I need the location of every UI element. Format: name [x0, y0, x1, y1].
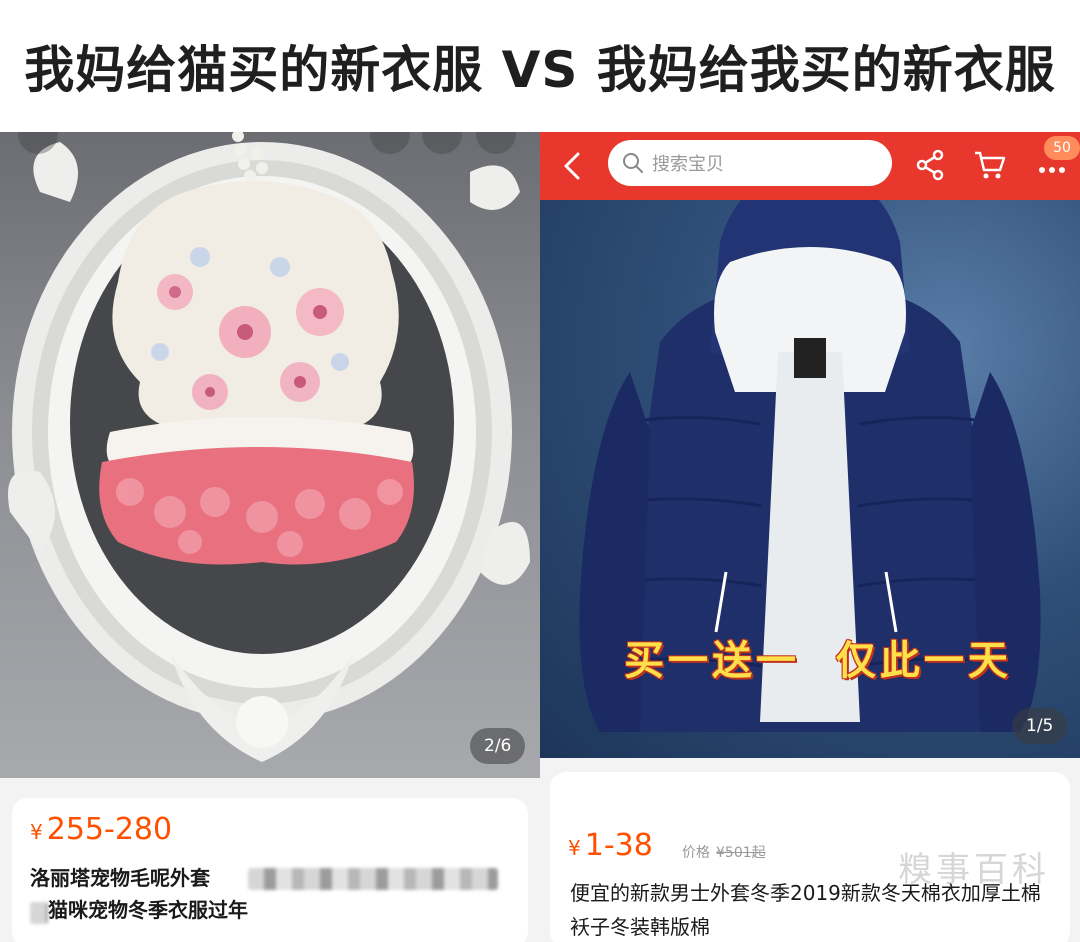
redacted-text [30, 902, 48, 924]
cat-price: ¥255-280 [30, 812, 172, 847]
left-top-controls [0, 132, 540, 154]
promo-overlay-text: 买一送一 仅此一天 [624, 638, 1012, 684]
search-icon [623, 153, 643, 173]
app-top-bar: 搜索宝贝 50 [540, 132, 1080, 200]
more-circle-icon[interactable] [476, 132, 516, 154]
ornate-frame-photo [8, 132, 530, 762]
search-placeholder: 搜索宝贝 [652, 154, 724, 175]
share-circle-icon[interactable] [370, 132, 410, 154]
cat-product-image[interactable]: 2/6 [0, 132, 540, 778]
currency-symbol: ¥ [30, 820, 43, 844]
cart-icon[interactable] [972, 148, 1008, 182]
title-line-2: 猫咪宠物冬季衣服过年 [48, 898, 248, 922]
image-counter: 2/6 [470, 728, 526, 764]
image-counter: 1/5 [1012, 708, 1068, 744]
back-arrow-icon[interactable] [554, 146, 594, 186]
cat-product-info: ¥255-280 洛丽塔宠物毛呢外套 猫咪宠物冬季衣服过年 [0, 778, 540, 942]
jacket-price: ¥1-38 [568, 828, 653, 863]
share-icon[interactable] [914, 148, 948, 182]
jacket-product-image[interactable]: 搜索宝贝 50 买一送一 仅此一天 1/5 [540, 132, 1080, 758]
search-input[interactable]: 搜索宝贝 [608, 140, 892, 186]
original-price: 价格 ¥501起 [682, 842, 766, 862]
original-price-value: ¥501起 [716, 845, 766, 861]
cat-product-card[interactable]: ¥255-280 洛丽塔宠物毛呢外套 猫咪宠物冬季衣服过年 [12, 798, 528, 942]
price-range: 1-38 [584, 828, 653, 863]
site-watermark: 糗事百科 [898, 850, 1050, 890]
redacted-text [248, 868, 498, 890]
price-range: 255-280 [46, 812, 173, 847]
original-price-label: 价格 [682, 845, 710, 861]
cart-circle-icon[interactable] [422, 132, 462, 154]
cart-badge: 50 [1044, 136, 1080, 160]
back-circle-icon[interactable] [18, 132, 58, 154]
meme-headline: 我妈给猫买的新衣服 VS 我妈给我买的新衣服 [24, 41, 1056, 99]
currency-symbol: ¥ [568, 836, 581, 860]
